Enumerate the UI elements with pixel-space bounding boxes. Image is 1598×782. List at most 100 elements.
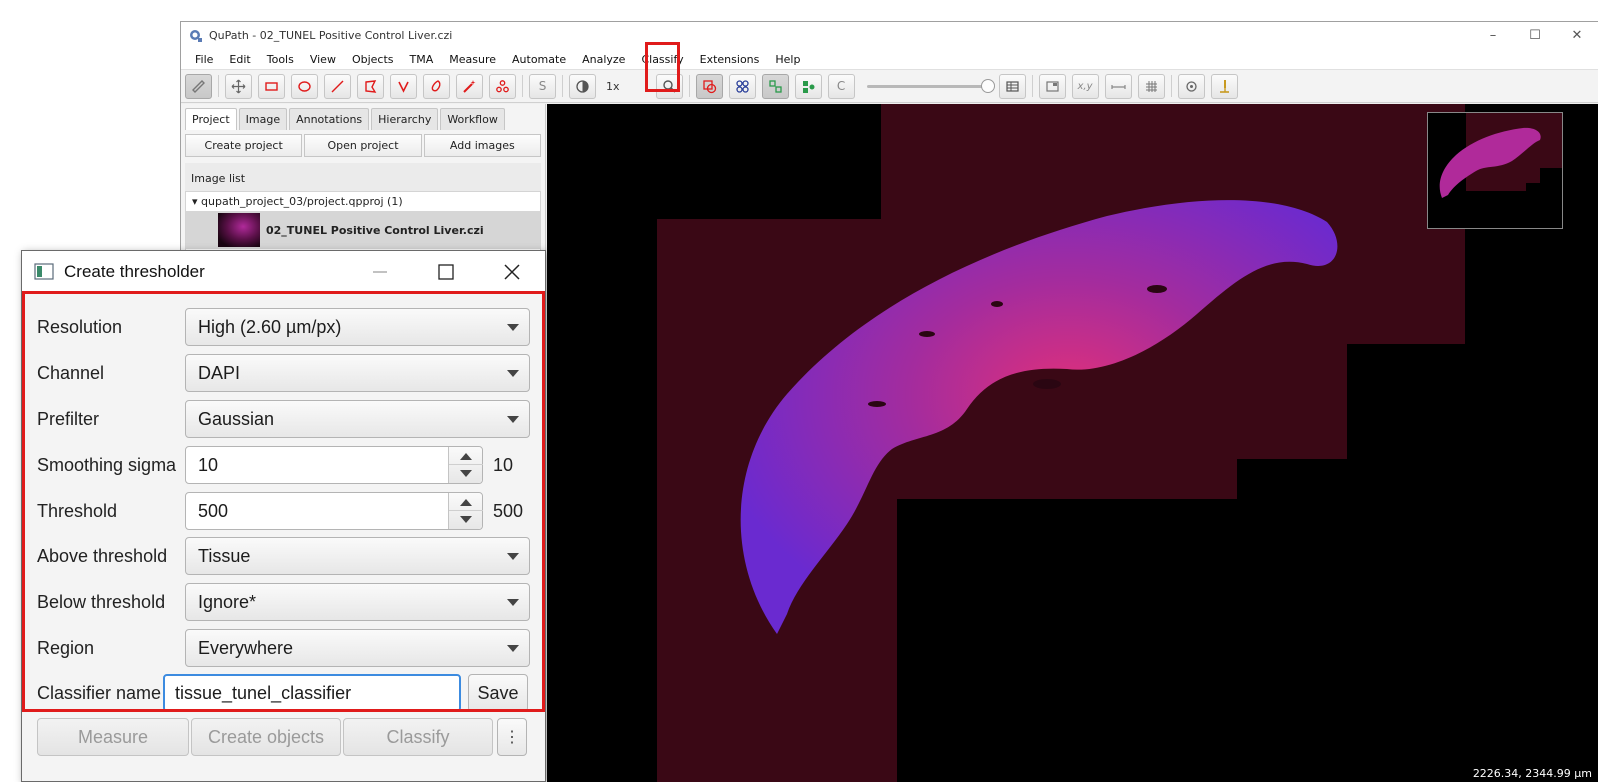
toolbar-show-detections[interactable] [761, 73, 789, 99]
toolbar-overview[interactable] [1038, 73, 1066, 99]
toolbar-brightness-contrast[interactable] [569, 73, 596, 99]
toolbar-cursor-location[interactable]: x,y [1071, 73, 1099, 99]
increment-arrow-icon[interactable] [460, 453, 472, 460]
toolbar-measurement-table[interactable] [998, 73, 1026, 99]
region-select[interactable]: Everywhere [185, 629, 530, 667]
region-label: Region [37, 637, 95, 658]
image-thumbnail [218, 213, 260, 247]
chevron-down-icon [507, 324, 519, 331]
project-tree-root[interactable]: ▾ qupath_project_03/project.qpproj (1) [186, 192, 540, 211]
toolbar-log[interactable] [1210, 73, 1238, 99]
gear-icon [1185, 80, 1197, 92]
close-icon [504, 263, 520, 280]
menu-extensions[interactable]: Extensions [692, 49, 768, 70]
toolbar-show-annotations[interactable] [695, 73, 723, 99]
main-close-button[interactable]: ✕ [1556, 22, 1598, 49]
toolbar-separator [688, 75, 690, 97]
resolution-select[interactable]: High (2.60 µm/px) [185, 308, 530, 346]
resolution-value: High (2.60 µm/px) [198, 316, 342, 337]
dialog-minimize-button[interactable] [347, 251, 413, 292]
classifier-name-value: tissue_tunel_classifier [175, 682, 352, 703]
fill-detections-icon [802, 80, 815, 93]
decrement-arrow-icon[interactable] [460, 470, 472, 477]
toolbar-preferences[interactable] [1177, 73, 1205, 99]
tab-project[interactable]: Project [185, 108, 237, 130]
toolbar-zoom-to-fit[interactable] [655, 73, 683, 99]
channel-select[interactable]: DAPI [185, 354, 530, 392]
toolbar-grid[interactable] [1137, 73, 1165, 99]
menu-objects[interactable]: Objects [344, 49, 402, 70]
dialog-title: Create thresholder [64, 261, 205, 281]
dialog-close-button[interactable] [479, 251, 545, 292]
above-threshold-select[interactable]: Tissue [185, 537, 530, 575]
dialog-action-buttons: Measure Create objects Classify ⋮ [37, 718, 527, 756]
smoothing-sigma-stepper[interactable] [448, 447, 483, 483]
toolbar-separator [1031, 75, 1033, 97]
save-button[interactable]: Save [468, 674, 528, 712]
smoothing-sigma-input-value: 10 [198, 454, 219, 475]
xy-label: x,y [1077, 80, 1093, 92]
tab-workflow[interactable]: Workflow [440, 108, 505, 130]
toolbar-show-pixel-classification[interactable]: C [827, 73, 855, 99]
threshold-label: Threshold [37, 500, 118, 521]
menu-file[interactable]: File [187, 49, 221, 70]
opacity-slider-thumb[interactable] [980, 78, 995, 93]
toolbar-polygon-tool[interactable] [357, 73, 384, 99]
image-viewer[interactable]: 2226.34, 2344.99 µm [547, 104, 1598, 782]
opacity-slider[interactable] [866, 78, 995, 93]
menu-view[interactable]: View [302, 49, 344, 70]
menu-help[interactable]: Help [767, 49, 808, 70]
prefilter-select[interactable]: Gaussian [185, 400, 530, 438]
menu-automate[interactable]: Automate [504, 49, 574, 70]
main-minimize-button[interactable]: – [1472, 22, 1514, 49]
tab-hierarchy[interactable]: Hierarchy [371, 108, 439, 130]
toolbar-show-tma-grid[interactable] [728, 73, 756, 99]
toolbar-polyline-tool[interactable] [390, 73, 417, 99]
menu-tools[interactable]: Tools [259, 49, 302, 70]
threshold-stepper[interactable] [448, 493, 483, 529]
decrement-arrow-icon[interactable] [460, 516, 472, 523]
classifier-name-input[interactable]: tissue_tunel_classifier [163, 674, 461, 712]
toolbar-wand-tool[interactable] [456, 73, 483, 99]
tab-image[interactable]: Image [238, 108, 288, 130]
cursor-coordinates: 2226.34, 2344.99 µm [1472, 767, 1592, 780]
menu-tma[interactable]: TMA [402, 49, 442, 70]
overview-thumbnail[interactable] [1427, 112, 1563, 229]
toolbar-selection-mode[interactable]: S [529, 73, 556, 99]
classify-button[interactable]: Classify [343, 718, 493, 756]
menu-analyze[interactable]: Analyze [574, 49, 633, 70]
increment-arrow-icon[interactable] [460, 499, 472, 506]
dialog-maximize-button[interactable] [413, 251, 479, 292]
image-list-item[interactable]: 02_TUNEL Positive Control Liver.czi [186, 211, 540, 249]
create-objects-button[interactable]: Create objects [191, 718, 341, 756]
menu-classify[interactable]: Classify [633, 49, 691, 70]
overview-icon [1045, 80, 1059, 92]
toolbar-separator [1170, 75, 1172, 97]
create-project-button[interactable]: Create project [185, 134, 303, 157]
menu-edit[interactable]: Edit [221, 49, 258, 70]
tab-annotations[interactable]: Annotations [289, 108, 370, 130]
toolbar-points-tool[interactable] [489, 73, 516, 99]
toolbar-rectangle-tool[interactable] [258, 73, 285, 99]
scalebar-icon [1110, 84, 1126, 89]
below-threshold-label: Below threshold [37, 591, 166, 612]
add-images-button[interactable]: Add images [423, 134, 541, 157]
toolbar-scalebar[interactable] [1104, 73, 1132, 99]
measure-button[interactable]: Measure [37, 718, 189, 756]
below-threshold-value: Ignore* [198, 591, 257, 612]
toolbar-measure-tool[interactable] [185, 73, 212, 99]
toolbar-fill-detections[interactable] [794, 73, 822, 99]
more-options-button[interactable]: ⋮ [497, 718, 527, 756]
threshold-spinner[interactable]: 500 [185, 492, 483, 530]
chevron-down-icon [507, 599, 519, 606]
smoothing-sigma-spinner[interactable]: 10 [185, 446, 483, 484]
menu-measure[interactable]: Measure [441, 49, 504, 70]
main-maximize-button[interactable]: ☐ [1514, 22, 1556, 49]
smoothing-sigma-display: 10 [493, 454, 514, 475]
toolbar-line-tool[interactable] [324, 73, 351, 99]
below-threshold-select[interactable]: Ignore* [185, 583, 530, 621]
toolbar-move-tool[interactable] [225, 73, 252, 99]
toolbar-brush-tool[interactable] [423, 73, 450, 99]
open-project-button[interactable]: Open project [304, 134, 422, 157]
toolbar-ellipse-tool[interactable] [291, 73, 318, 99]
